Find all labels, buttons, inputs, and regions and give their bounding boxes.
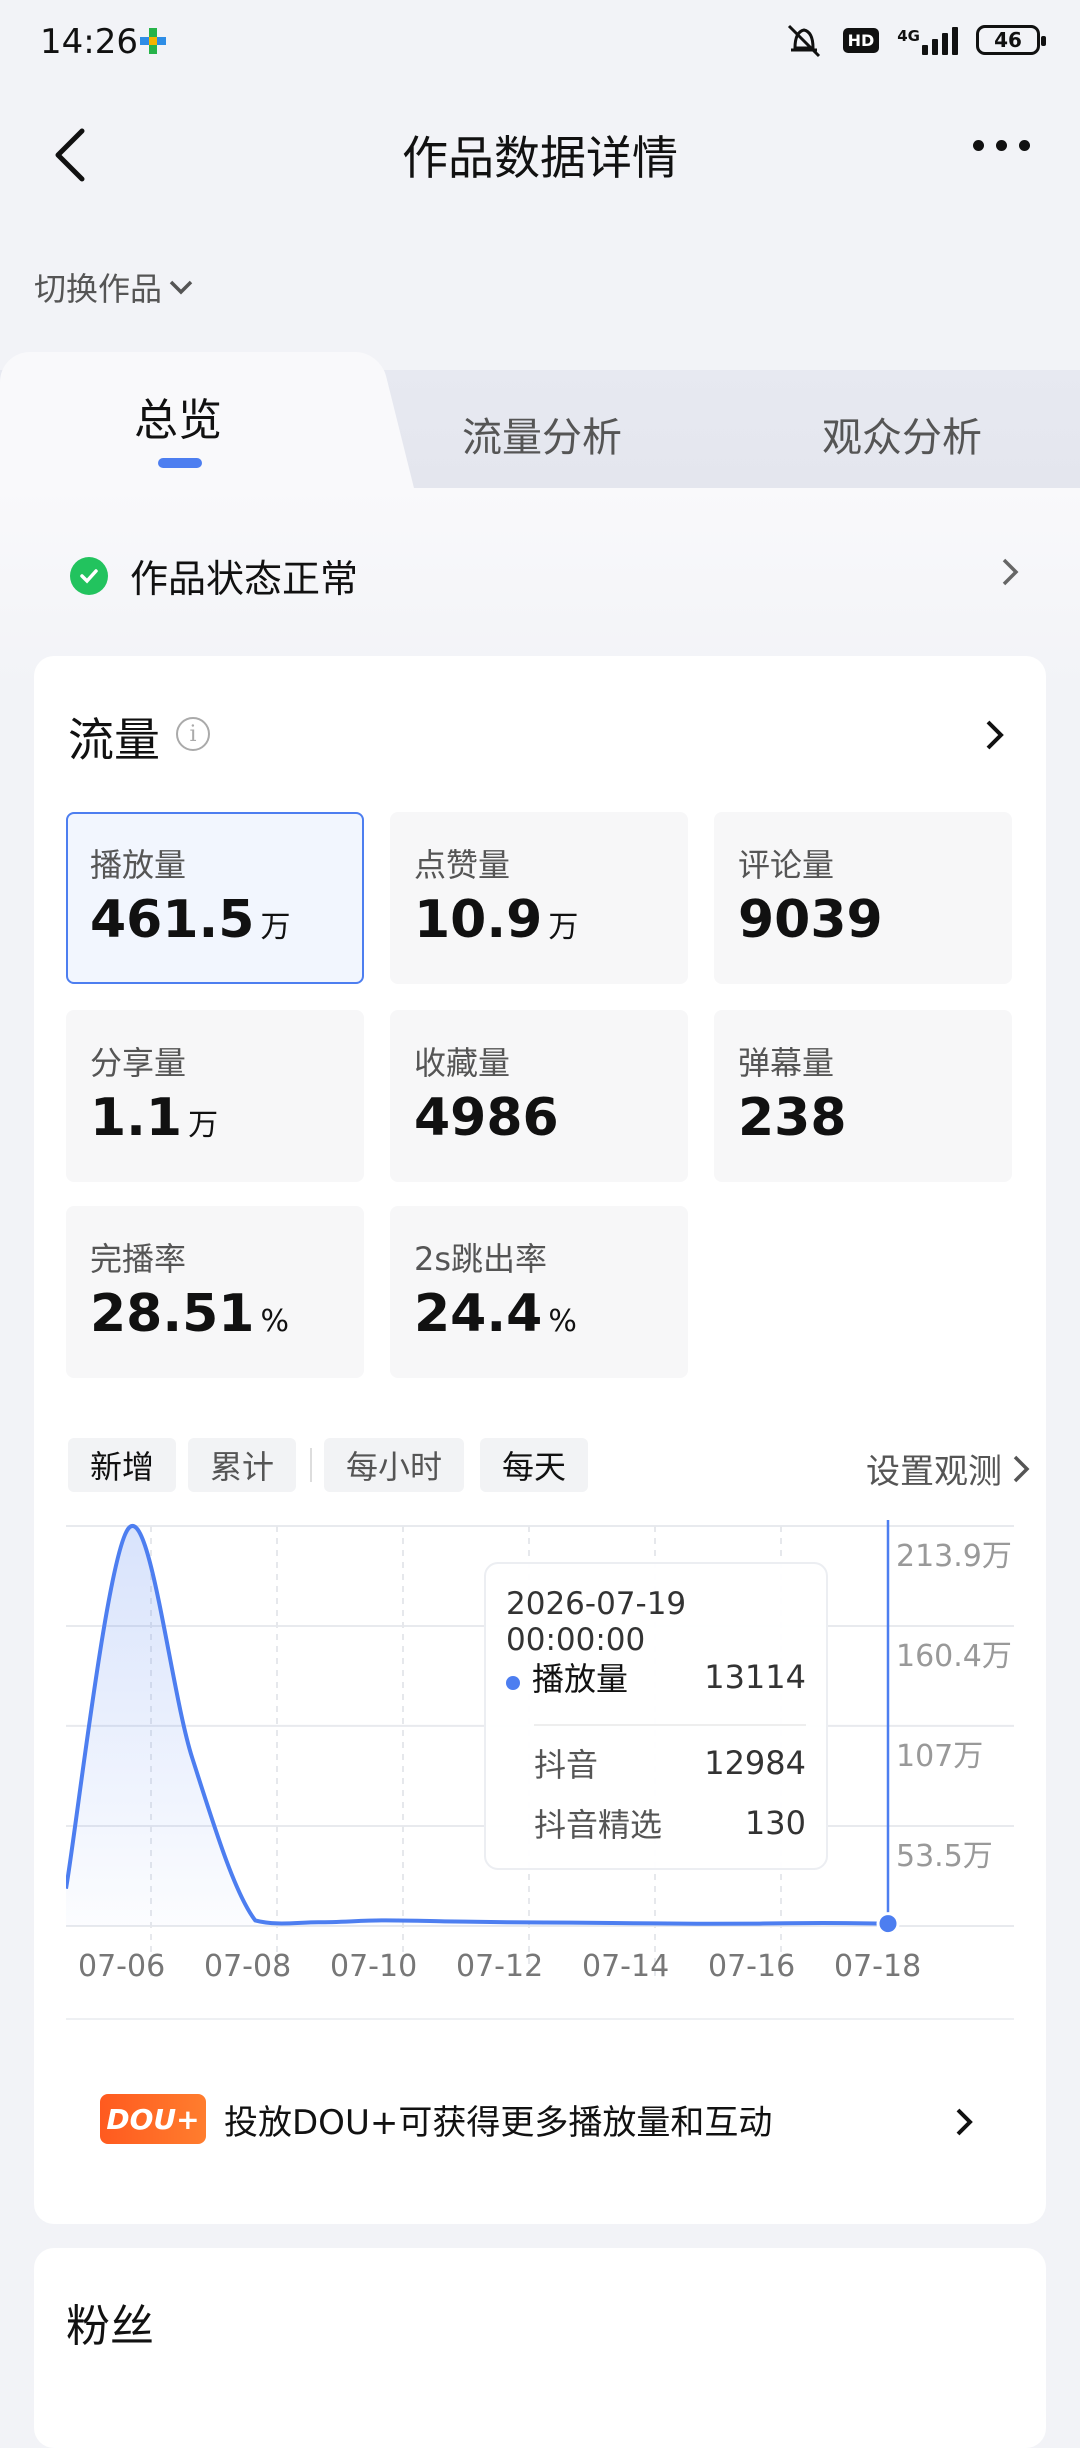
y-tick-label: 160.4万	[896, 1639, 1012, 1674]
x-tick-label: 07-14	[582, 1949, 669, 1984]
work-status-text: 作品状态正常	[130, 557, 359, 601]
status-icons: HD 4G 46	[783, 22, 1046, 58]
tooltip-date: 2026-07-19 00:00:00	[506, 1586, 687, 1658]
info-icon[interactable]: i	[176, 717, 210, 751]
y-tick-label: 53.5万	[896, 1839, 993, 1874]
chevron-right-icon	[1013, 1455, 1030, 1482]
metric-bounce-rate[interactable]: 2s跳出率 24.4%	[390, 1206, 688, 1378]
chart-tooltip: 2026-07-19 00:00:00 播放量 13114 抖音 12984 抖…	[484, 1562, 828, 1870]
metric-completion-rate[interactable]: 完播率 28.51%	[66, 1206, 364, 1378]
traffic-title: 流量	[68, 713, 160, 767]
tab-audience-analysis[interactable]: 观众分析	[822, 405, 982, 463]
metric-danmaku[interactable]: 弹幕量 238	[714, 1010, 1012, 1182]
chevron-down-icon	[169, 280, 193, 295]
status-time: 14:26	[40, 22, 138, 62]
data-point-selected	[876, 1912, 900, 1936]
chevron-right-icon[interactable]	[1000, 556, 1020, 588]
tab-traffic-analysis[interactable]: 流量分析	[462, 405, 622, 463]
x-tick-label: 07-16	[708, 1949, 795, 1984]
chevron-right-icon[interactable]	[984, 718, 1006, 752]
metric-likes[interactable]: 点赞量 10.9 万	[390, 812, 688, 984]
hd-badge: HD	[842, 27, 880, 53]
chip-divider	[310, 1448, 312, 1482]
fans-card	[34, 2248, 1046, 2448]
more-icon[interactable]	[973, 140, 1030, 151]
x-tick-label: 07-18	[834, 1949, 921, 1984]
switch-work-button[interactable]: 切换作品	[34, 264, 194, 310]
tooltip-row-douyin: 抖音 12984	[534, 1744, 806, 1784]
work-status-row[interactable]: 作品状态正常	[70, 548, 358, 603]
tooltip-row-plays: 播放量 13114	[506, 1654, 806, 1700]
dou-plus-promo[interactable]: DOU+ 投放DOU+可获得更多播放量和互动	[100, 2094, 772, 2144]
tab-active-indicator	[158, 458, 202, 468]
metric-favorites[interactable]: 收藏量 4986	[390, 1010, 688, 1182]
metric-shares[interactable]: 分享量 1.1 万	[66, 1010, 364, 1182]
mute-bell-icon	[787, 24, 820, 58]
filter-cumulative-chip[interactable]: 累计	[188, 1438, 297, 1492]
tab-overview[interactable]: 总览	[134, 384, 222, 448]
y-tick-label: 107万	[896, 1739, 983, 1774]
x-tick-label: 07-12	[456, 1949, 543, 1984]
dou-plus-badge: DOU+	[100, 2094, 206, 2144]
metric-comments[interactable]: 评论量 9039	[714, 812, 1012, 984]
battery-icon: 46	[976, 25, 1046, 55]
chevron-right-icon[interactable]	[954, 2106, 974, 2138]
signal-icon: 4G	[897, 25, 958, 55]
x-tick-label: 07-08	[204, 1949, 291, 1984]
x-tick-label: 07-06	[78, 1949, 165, 1984]
y-tick-label: 213.9万	[896, 1539, 1012, 1574]
filter-new-chip[interactable]: 新增	[68, 1438, 177, 1492]
check-circle-icon	[70, 556, 108, 595]
dou-plus-text: 投放DOU+可获得更多播放量和互动	[224, 2102, 773, 2143]
set-observation-button[interactable]: 设置观测	[866, 1444, 1030, 1493]
x-tick-label: 07-10	[330, 1949, 417, 1984]
filter-daily-chip[interactable]: 每天	[480, 1438, 589, 1492]
filter-hourly-chip[interactable]: 每小时	[324, 1438, 465, 1492]
section-divider	[66, 2018, 1014, 2020]
tooltip-row-douyin-select: 抖音精选 130	[534, 1804, 806, 1844]
series-dot-icon	[506, 1676, 520, 1690]
fans-title: 粉丝	[66, 2301, 154, 2352]
page-title: 作品数据详情	[402, 131, 678, 185]
metric-plays[interactable]: 播放量 461.5 万	[66, 812, 364, 984]
app-notification-icon	[140, 28, 166, 54]
